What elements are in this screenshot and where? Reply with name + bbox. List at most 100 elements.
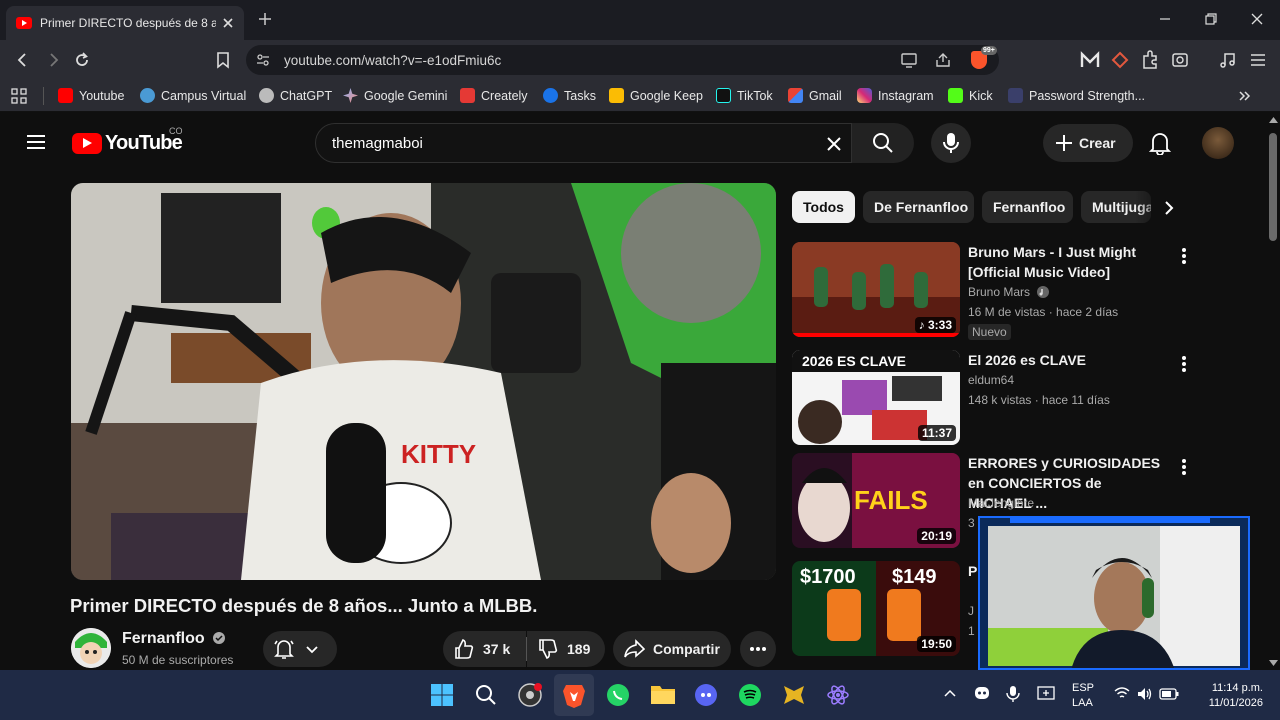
recommendation-channel: eldum64 [968,373,1015,387]
screen-capture-tray-icon[interactable] [1037,686,1055,700]
react-devtools-icon[interactable] [826,683,850,707]
apps-grid-icon[interactable] [11,88,27,104]
instagram-icon [857,88,872,103]
plus-icon [1056,135,1072,151]
brave-badge: 99+ [981,46,997,55]
youtube-favicon-icon [16,17,32,29]
share-page-icon[interactable] [935,52,952,68]
language-indicator[interactable]: ESP LAA [1072,682,1094,709]
windows-start-icon[interactable] [430,683,454,707]
svg-text:KITTY: KITTY [401,439,476,469]
battery-icon[interactable] [1159,687,1179,700]
recommendation-item[interactable]: ♪ 3:33 Bruno Mars - I Just Might [Offici… [792,242,1212,340]
like-button[interactable]: 37 k [443,631,526,667]
address-bar[interactable]: youtube.com/watch?v=-e1odFmiu6c 99+ [246,45,999,75]
menu-icon[interactable] [1249,52,1267,68]
dislike-button[interactable]: 189 [527,631,605,667]
chip-fernanfloo[interactable]: Fernanfloo [982,191,1073,223]
more-vertical-icon[interactable] [1181,458,1187,476]
voice-search-button[interactable] [931,123,971,163]
leo-icon[interactable] [1080,51,1100,69]
page-scrollbar[interactable] [1267,113,1280,670]
browser-tab-active[interactable]: Primer DIRECTO después de 8 años... Junt… [6,6,244,40]
video-duration: 11:37 [917,425,956,441]
chip-de-fernanfloo[interactable]: De Fernanfloo [863,191,974,223]
spotify-icon[interactable] [738,683,762,707]
file-explorer-icon[interactable] [650,683,676,705]
brave-taskbar-icon[interactable] [562,683,586,709]
bookmark-creately[interactable]: Creately [460,88,528,103]
recommendation-item[interactable]: 2026 ES CLAVE 11:37 El 2026 es CLAVE eld… [792,350,1212,448]
discord-tray-icon[interactable] [974,686,990,700]
discord-icon[interactable] [694,683,718,707]
tiktok-icon [716,88,731,103]
bookmark-campus-virtual[interactable]: Campus Virtual [140,88,246,103]
minimize-icon[interactable] [1158,12,1172,26]
video-thumbnail: ♪ 3:33 [792,242,960,337]
dislike-count: 189 [567,641,591,657]
scroll-down-icon[interactable] [1269,660,1278,666]
bookmark-youtube[interactable]: Youtube [58,88,124,103]
media-controls-icon[interactable] [1219,51,1237,69]
wallet-icon[interactable] [1171,51,1189,69]
back-icon[interactable] [14,51,32,69]
notifications-bell-icon[interactable] [1149,131,1171,155]
scroll-up-icon[interactable] [1269,117,1278,123]
thumbnail-text: 2026 ES CLAVE [802,353,906,369]
show-hidden-icons-icon[interactable] [944,689,956,697]
site-info-icon[interactable] [256,53,270,67]
whatsapp-icon[interactable] [606,683,630,707]
close-window-icon[interactable] [1250,12,1264,26]
mic-tray-icon[interactable] [1006,685,1020,703]
game-app-icon[interactable] [782,683,806,707]
youtube-logo[interactable]: YouTube CO [72,126,183,155]
taskbar-search-icon[interactable] [475,683,497,707]
obs-icon[interactable] [518,683,542,707]
clock[interactable]: 11:14 p.m. 11/01/2026 [1197,682,1263,709]
rewards-icon[interactable] [1111,51,1129,69]
chips-next-icon[interactable] [1162,200,1176,216]
bookmark-gmail[interactable]: Gmail [788,88,842,103]
restore-icon[interactable] [1204,12,1218,26]
forward-icon[interactable] [44,51,62,69]
thumbnail-text-2: $149 [892,566,937,588]
bookmark-google-gemini[interactable]: Google Gemini [343,88,447,103]
new-badge: Nuevo [968,324,1011,340]
bookmark-instagram[interactable]: Instagram [857,88,934,103]
wifi-icon[interactable] [1114,687,1130,700]
create-button[interactable]: Crear [1043,124,1133,162]
bookmark-tiktok[interactable]: TikTok [716,88,773,103]
more-bookmarks-icon[interactable] [1237,89,1251,103]
search-input[interactable]: themagmaboi [332,135,423,152]
volume-icon[interactable] [1137,687,1153,701]
share-button[interactable]: Compartir [613,631,731,667]
channel-avatar[interactable] [71,628,111,668]
scrollbar-thumb[interactable] [1269,133,1277,241]
bookmark-page-icon[interactable] [215,51,231,69]
subscribe-notifications-button[interactable] [263,631,337,667]
create-label: Crear [1079,135,1116,151]
chip-todos[interactable]: Todos [792,191,855,223]
bookmark-chatgpt[interactable]: ChatGPT [259,88,332,103]
close-tab-icon[interactable] [222,17,234,29]
more-vertical-icon[interactable] [1181,355,1187,373]
more-vertical-icon[interactable] [1181,247,1187,265]
user-avatar[interactable] [1202,127,1234,159]
reload-icon[interactable] [73,51,91,69]
more-actions-button[interactable] [740,631,776,667]
new-tab-icon[interactable] [257,11,273,27]
channel-name[interactable]: Fernanfloo [122,630,226,648]
search-box[interactable]: themagmaboi [315,123,852,163]
channel-avatar-image [71,628,111,668]
bookmark-google-keep[interactable]: Google Keep [609,88,703,103]
search-button[interactable] [852,123,914,163]
cast-icon[interactable] [901,52,918,68]
video-player[interactable]: KITTY [71,183,776,580]
extensions-icon[interactable] [1141,50,1159,70]
video-frame: KITTY [71,183,776,580]
bookmark-password-strength[interactable]: Password Strength... [1008,88,1145,103]
hamburger-menu-icon[interactable] [26,134,46,150]
bookmark-tasks[interactable]: Tasks [543,88,596,103]
clear-search-icon[interactable] [825,135,843,153]
bookmark-kick[interactable]: Kick [948,88,993,103]
